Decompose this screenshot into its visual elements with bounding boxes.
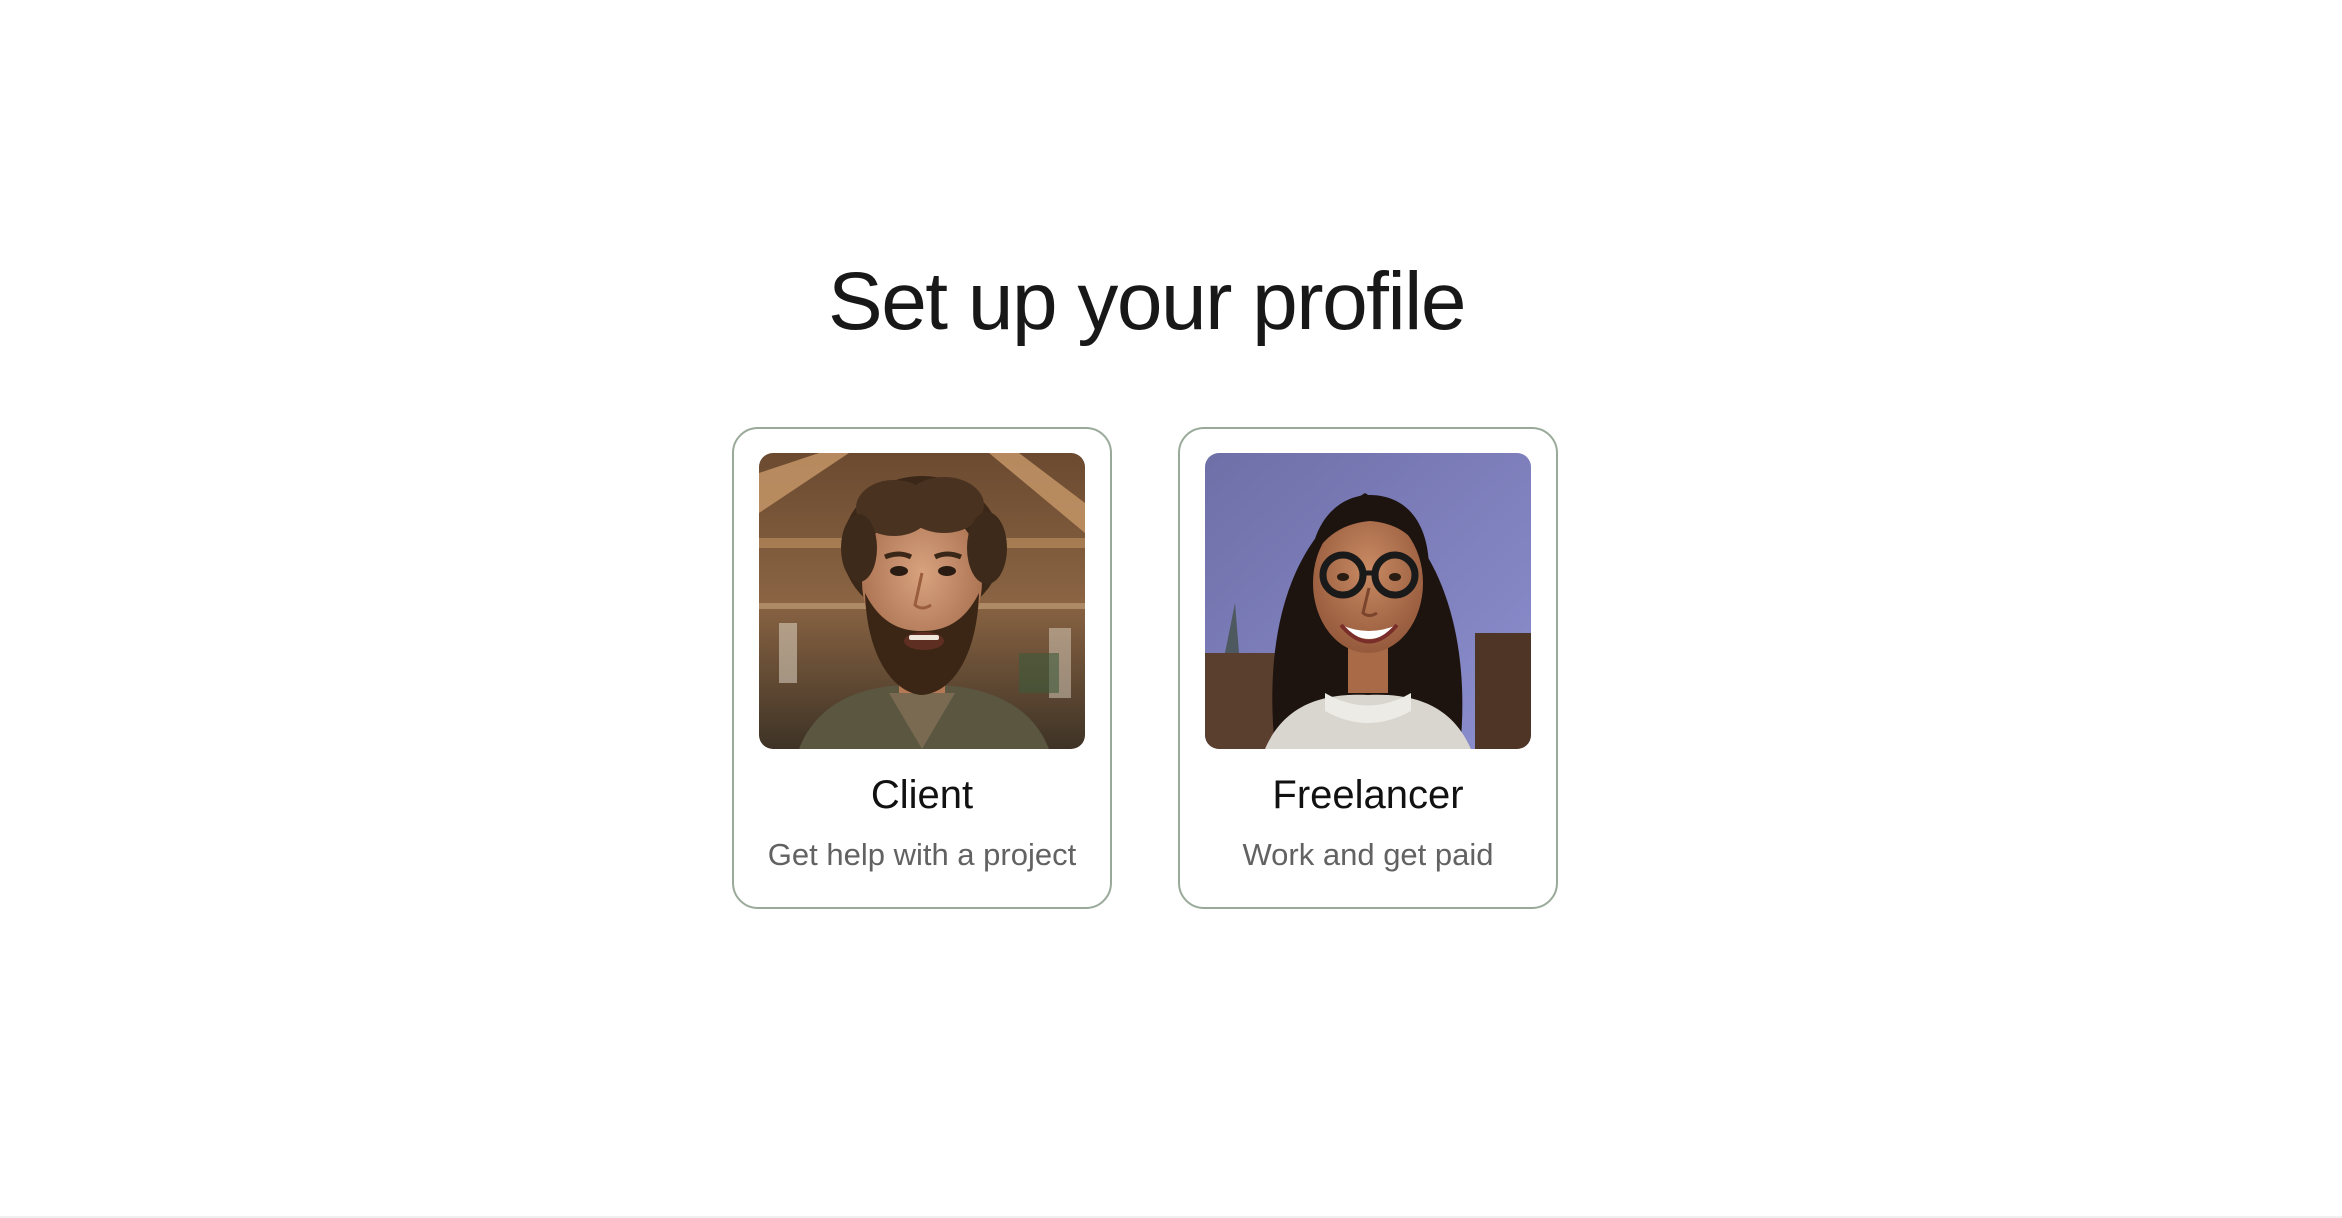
freelancer-title: Freelancer: [1272, 773, 1464, 817]
page-title: Set up your profile: [828, 256, 1467, 347]
freelancer-option-card[interactable]: Freelancer Work and get paid: [1178, 427, 1558, 909]
client-title: Client: [870, 773, 974, 817]
man-portrait-image: [759, 453, 1085, 749]
client-subtitle: Get help with a project: [767, 837, 1077, 872]
role-options: Client Get help with a project Freelance…: [732, 427, 1558, 909]
client-photo: [759, 453, 1085, 749]
client-option-card[interactable]: Client Get help with a project: [732, 427, 1112, 909]
freelancer-photo: [1205, 453, 1531, 749]
freelancer-subtitle: Work and get paid: [1242, 837, 1494, 872]
woman-portrait-image: [1205, 453, 1531, 749]
profile-setup-page: Set up your profile Client Get help with…: [0, 0, 2342, 1218]
